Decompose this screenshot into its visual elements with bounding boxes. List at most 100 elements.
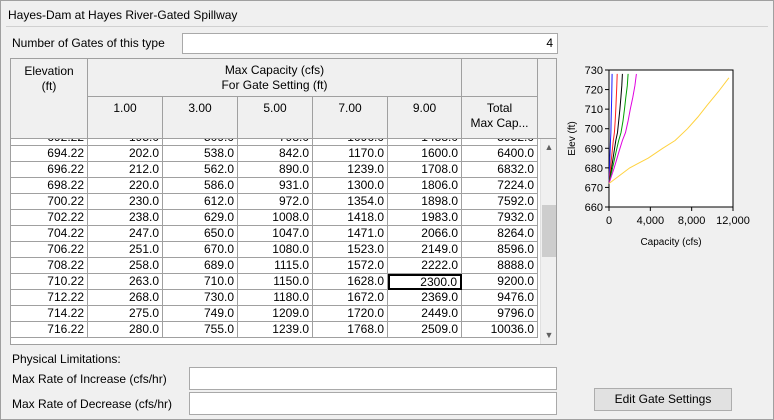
capacity-cell[interactable]: 1418.0 — [313, 210, 388, 226]
capacity-cell[interactable]: 1572.0 — [313, 258, 388, 274]
capacity-cell[interactable]: 247.0 — [88, 226, 163, 242]
capacity-cell[interactable]: 212.0 — [88, 162, 163, 178]
capacity-cell[interactable]: 1008.0 — [238, 210, 313, 226]
capacity-cell[interactable]: 1488.0 — [388, 139, 462, 146]
total-cell[interactable]: 7224.0 — [462, 178, 538, 194]
capacity-cell[interactable]: 1672.0 — [313, 290, 388, 306]
elevation-cell[interactable]: 716.22 — [11, 322, 88, 338]
total-cell[interactable]: 8264.0 — [462, 226, 538, 242]
capacity-cell[interactable]: 1628.0 — [313, 274, 388, 290]
capacity-cell[interactable]: 931.0 — [238, 178, 313, 194]
setting-header-2[interactable]: 3.00 — [163, 97, 238, 139]
capacity-cell[interactable]: 202.0 — [88, 146, 163, 162]
capacity-cell[interactable]: 612.0 — [163, 194, 238, 210]
elevation-cell[interactable]: 710.22 — [11, 274, 88, 290]
capacity-cell[interactable]: 1898.0 — [388, 194, 462, 210]
edit-gate-settings-button[interactable]: Edit Gate Settings — [594, 388, 732, 411]
capacity-cell[interactable]: 1300.0 — [313, 178, 388, 194]
capacity-cell[interactable]: 1209.0 — [238, 306, 313, 322]
elevation-cell[interactable]: 706.22 — [11, 242, 88, 258]
capacity-cell[interactable]: 2066.0 — [388, 226, 462, 242]
elevation-cell[interactable]: 704.22 — [11, 226, 88, 242]
capacity-cell[interactable]: 755.0 — [163, 322, 238, 338]
capacity-cell[interactable]: 258.0 — [88, 258, 163, 274]
capacity-cell[interactable]: 1720.0 — [313, 306, 388, 322]
elevation-cell[interactable]: 700.22 — [11, 194, 88, 210]
total-cell[interactable]: 10036.0 — [462, 322, 538, 338]
capacity-cell[interactable]: 2222.0 — [388, 258, 462, 274]
capacity-cell[interactable]: 629.0 — [163, 210, 238, 226]
capacity-cell[interactable]: 2149.0 — [388, 242, 462, 258]
capacity-cell[interactable]: 586.0 — [163, 178, 238, 194]
capacity-cell[interactable]: 798.0 — [238, 139, 313, 146]
total-cell[interactable]: 6832.0 — [462, 162, 538, 178]
capacity-cell[interactable]: 1471.0 — [313, 226, 388, 242]
capacity-cell[interactable]: 710.0 — [163, 274, 238, 290]
capacity-cell[interactable]: 275.0 — [88, 306, 163, 322]
total-cell[interactable]: 8888.0 — [462, 258, 538, 274]
capacity-cell[interactable]: 538.0 — [163, 146, 238, 162]
capacity-cell[interactable]: 689.0 — [163, 258, 238, 274]
capacity-cell[interactable]: 1047.0 — [238, 226, 313, 242]
capacity-cell[interactable]: 238.0 — [88, 210, 163, 226]
capacity-cell[interactable]: 2369.0 — [388, 290, 462, 306]
capacity-cell[interactable]: 1600.0 — [388, 146, 462, 162]
total-header[interactable]: Total Max Cap... — [462, 97, 538, 139]
capacity-cell[interactable]: 1354.0 — [313, 194, 388, 210]
capacity-cell[interactable]: 1115.0 — [238, 258, 313, 274]
capacity-cell[interactable]: 280.0 — [88, 322, 163, 338]
capacity-cell[interactable]: 1096.0 — [313, 139, 388, 146]
capacity-cell[interactable]: 509.0 — [163, 139, 238, 146]
capacity-cell[interactable]: 749.0 — [163, 306, 238, 322]
total-cell[interactable]: 5952.0 — [462, 139, 538, 146]
capacity-cell[interactable]: 2449.0 — [388, 306, 462, 322]
elevation-cell[interactable]: 698.22 — [11, 178, 88, 194]
setting-header-5[interactable]: 9.00 — [388, 97, 462, 139]
elevation-cell[interactable]: 694.22 — [11, 146, 88, 162]
capacity-cell[interactable]: 268.0 — [88, 290, 163, 306]
capacity-cell[interactable]: 1806.0 — [388, 178, 462, 194]
capacity-cell[interactable]: 1080.0 — [238, 242, 313, 258]
table-scrollbar[interactable]: ▲ ▼ — [540, 139, 556, 344]
capacity-cell[interactable]: 1239.0 — [313, 162, 388, 178]
capacity-cell[interactable]: 1708.0 — [388, 162, 462, 178]
setting-header-1[interactable]: 1.00 — [88, 97, 163, 139]
capacity-cell[interactable]: 2509.0 — [388, 322, 462, 338]
capacity-cell[interactable]: 1239.0 — [238, 322, 313, 338]
capacity-cell[interactable]: 730.0 — [163, 290, 238, 306]
max-increase-input[interactable] — [189, 367, 557, 390]
capacity-cell[interactable]: 263.0 — [88, 274, 163, 290]
elevation-cell[interactable]: 712.22 — [11, 290, 88, 306]
capacity-cell[interactable]: 1170.0 — [313, 146, 388, 162]
capacity-cell[interactable]: 1523.0 — [313, 242, 388, 258]
scrollbar-thumb[interactable] — [542, 205, 556, 257]
total-cell[interactable]: 9796.0 — [462, 306, 538, 322]
elevation-header[interactable]: Elevation (ft) — [11, 59, 88, 139]
elevation-cell[interactable]: 696.22 — [11, 162, 88, 178]
elevation-cell[interactable]: 708.22 — [11, 258, 88, 274]
capacity-cell[interactable]: 562.0 — [163, 162, 238, 178]
setting-header-3[interactable]: 5.00 — [238, 97, 313, 139]
capacity-cell[interactable]: 1180.0 — [238, 290, 313, 306]
total-cell[interactable]: 7592.0 — [462, 194, 538, 210]
capacity-cell[interactable]: 670.0 — [163, 242, 238, 258]
capacity-cell[interactable]: 842.0 — [238, 146, 313, 162]
chevron-up-icon[interactable]: ▲ — [541, 139, 556, 156]
max-decrease-input[interactable] — [189, 392, 557, 415]
capacity-cell[interactable]: 251.0 — [88, 242, 163, 258]
capacity-cell[interactable]: 220.0 — [88, 178, 163, 194]
total-cell[interactable]: 6400.0 — [462, 146, 538, 162]
elevation-cell[interactable]: 714.22 — [11, 306, 88, 322]
total-cell[interactable]: 8596.0 — [462, 242, 538, 258]
capacity-cell[interactable]: 195.0 — [88, 139, 163, 146]
capacity-cell[interactable]: 1768.0 — [313, 322, 388, 338]
total-cell[interactable]: 9200.0 — [462, 274, 538, 290]
total-cell[interactable]: 9476.0 — [462, 290, 538, 306]
elevation-cell[interactable]: 692.22 — [11, 139, 88, 146]
capacity-cell[interactable]: 1150.0 — [238, 274, 313, 290]
capacity-cell[interactable]: 890.0 — [238, 162, 313, 178]
capacity-cell[interactable]: 2300.0 — [388, 274, 462, 290]
chevron-down-icon[interactable]: ▼ — [541, 327, 556, 344]
setting-header-4[interactable]: 7.00 — [313, 97, 388, 139]
capacity-cell[interactable]: 1983.0 — [388, 210, 462, 226]
